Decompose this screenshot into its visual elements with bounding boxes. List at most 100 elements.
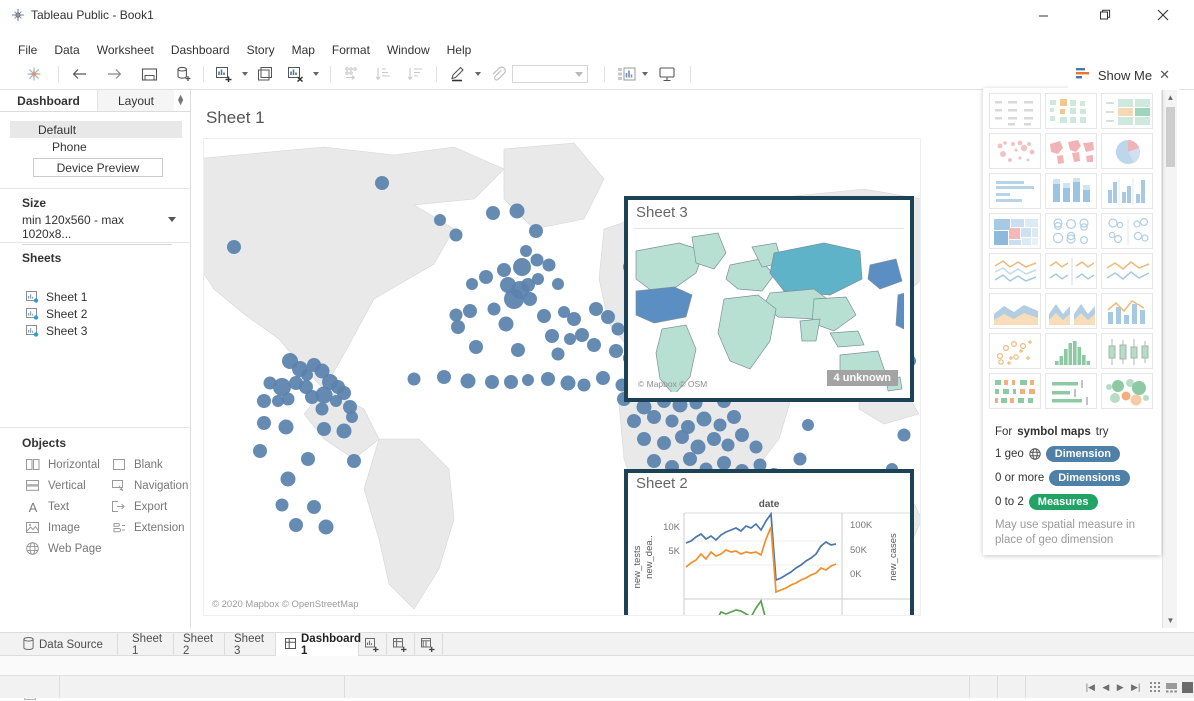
- tab-data-source[interactable]: Data Source: [14, 633, 118, 657]
- duplicate-sheet-icon[interactable]: [254, 62, 278, 86]
- close-icon[interactable]: [1140, 0, 1186, 30]
- view-mode-buttons[interactable]: [1150, 676, 1194, 698]
- single-view-icon[interactable]: [1182, 681, 1193, 693]
- new-story-icon[interactable]: [415, 633, 443, 657]
- sheet-list-item-sheet-1[interactable]: Sheet 1: [26, 290, 87, 304]
- sheet-list-item-sheet-3[interactable]: Sheet 3: [26, 324, 87, 338]
- tab-dashboard[interactable]: Dashboard: [0, 90, 97, 111]
- tab-sheet-3[interactable]: Sheet 3: [225, 633, 276, 657]
- bullet-graph-icon[interactable]: [1045, 373, 1097, 409]
- tab-dashboard-1[interactable]: Dashboard 1: [276, 633, 361, 657]
- canvas-vertical-scrollbar[interactable]: ▲ ▼: [1162, 90, 1177, 628]
- object-image[interactable]: Image: [26, 521, 80, 534]
- show-me-tab[interactable]: Show Me ✕: [1067, 60, 1180, 90]
- grid-view-icon[interactable]: [1150, 681, 1161, 693]
- scatter-plot-icon[interactable]: [989, 333, 1041, 369]
- attach-icon[interactable]: [486, 62, 510, 86]
- menu-data[interactable]: Data: [54, 43, 79, 57]
- packed-bubbles-icon[interactable]: [1101, 373, 1153, 409]
- menu-story[interactable]: Story: [247, 43, 275, 57]
- sheet3-filled-map[interactable]: © Mapbox © OSM 4 unknown: [634, 228, 904, 392]
- panel-collapse-icon[interactable]: ▲ ▼: [176, 93, 185, 107]
- show-me-panel[interactable]: For symbol maps try 1 geo Dimension 0 or…: [983, 88, 1161, 555]
- clear-sheet-icon[interactable]: [284, 62, 308, 86]
- cards-dropdown-icon[interactable]: [640, 62, 650, 86]
- side-by-side-bar-icon[interactable]: [1101, 173, 1153, 209]
- tab-sheet-1[interactable]: Sheet 1: [123, 633, 174, 657]
- presentation-mode-icon[interactable]: [654, 62, 680, 86]
- tableau-home-icon[interactable]: [22, 62, 46, 86]
- scroll-up-icon[interactable]: ▲: [1163, 90, 1178, 105]
- sheet2-dual-axis-chart[interactable]: date 10K 5K 100K 50K 0K new_tests new_de…: [628, 495, 910, 615]
- side-by-side-circle-icon[interactable]: [1101, 213, 1153, 249]
- device-phone-label[interactable]: Phone: [52, 140, 87, 154]
- new-dashboard-icon[interactable]: [387, 633, 415, 657]
- object-navigation[interactable]: Navigation: [112, 479, 188, 492]
- filled-map-icon[interactable]: [1045, 133, 1097, 169]
- object-vertical[interactable]: Vertical: [26, 479, 86, 492]
- sheet-list-item-sheet-2[interactable]: Sheet 2: [26, 307, 87, 321]
- filmstrip-view-icon[interactable]: [1166, 682, 1177, 693]
- scrollbar-thumb[interactable]: [1166, 107, 1175, 167]
- next-page-icon[interactable]: ▶: [1117, 682, 1124, 693]
- prev-page-icon[interactable]: ◀: [1102, 682, 1109, 693]
- highlighter-icon[interactable]: [446, 62, 470, 86]
- highlight-icon[interactable]: [340, 62, 364, 86]
- treemap-icon[interactable]: [989, 213, 1041, 249]
- object-web-page[interactable]: Web Page: [26, 542, 102, 555]
- chevron-down-icon[interactable]: [168, 217, 176, 222]
- sheet3-unknown-badge[interactable]: 4 unknown: [826, 370, 898, 386]
- object-blank[interactable]: Blank: [112, 458, 163, 471]
- area-discrete-icon[interactable]: [1045, 293, 1097, 329]
- text-table-icon[interactable]: [989, 93, 1041, 129]
- symbol-map-view[interactable]: © 2020 Mapbox © OpenStreetMap Sheet 3 © …: [203, 138, 921, 616]
- close-icon[interactable]: ✕: [1159, 67, 1170, 83]
- menu-worksheet[interactable]: Worksheet: [97, 43, 154, 57]
- tab-layout[interactable]: Layout: [97, 90, 174, 111]
- sheet2-container[interactable]: Sheet 2 date 10K 5K 100K 50K 0K new_test…: [624, 469, 914, 615]
- gantt-chart-icon[interactable]: [989, 373, 1041, 409]
- save-icon[interactable]: [137, 62, 161, 86]
- stacked-bar-icon[interactable]: [1045, 173, 1097, 209]
- menu-window[interactable]: Window: [387, 43, 430, 57]
- menu-dashboard[interactable]: Dashboard: [171, 43, 230, 57]
- menu-file[interactable]: File: [18, 43, 37, 57]
- pie-chart-icon[interactable]: [1101, 133, 1153, 169]
- show-hide-cards-icon[interactable]: [614, 62, 640, 86]
- dual-line-icon[interactable]: [1101, 253, 1153, 289]
- device-preview-button[interactable]: Device Preview: [33, 158, 163, 177]
- new-worksheet-icon[interactable]: [359, 633, 387, 657]
- object-text[interactable]: A Text: [26, 500, 69, 513]
- highlighter-dropdown-icon[interactable]: [473, 62, 483, 86]
- tab-sheet-2[interactable]: Sheet 2: [174, 633, 225, 657]
- box-plot-icon[interactable]: [1101, 333, 1153, 369]
- area-continuous-icon[interactable]: [989, 293, 1041, 329]
- last-page-icon[interactable]: ▶|: [1131, 682, 1140, 693]
- first-page-icon[interactable]: |◀: [1086, 682, 1095, 693]
- menu-format[interactable]: Format: [332, 43, 370, 57]
- line-continuous-icon[interactable]: [989, 253, 1041, 289]
- sort-desc-icon[interactable]: [404, 62, 428, 86]
- size-value[interactable]: min 120x560 - max 1020x8...: [22, 213, 172, 245]
- menu-map[interactable]: Map: [292, 43, 315, 57]
- minimize-icon[interactable]: [1020, 0, 1066, 30]
- scroll-down-icon[interactable]: ▼: [1163, 613, 1178, 628]
- object-export[interactable]: Export: [112, 500, 167, 513]
- forward-arrow-icon[interactable]: [102, 62, 126, 86]
- page-navigation[interactable]: |◀ ◀ ▶ ▶|: [1082, 676, 1144, 698]
- object-horizontal[interactable]: Horizontal: [26, 458, 100, 471]
- device-default-row[interactable]: Default: [10, 121, 182, 138]
- clear-sheet-dropdown-icon[interactable]: [311, 62, 321, 86]
- maximize-icon[interactable]: [1082, 0, 1128, 30]
- menu-help[interactable]: Help: [447, 43, 472, 57]
- histogram-icon[interactable]: [1045, 333, 1097, 369]
- circle-view-icon[interactable]: [1045, 213, 1097, 249]
- dual-combination-icon[interactable]: [1101, 293, 1153, 329]
- fit-selector[interactable]: [512, 65, 588, 83]
- add-data-source-icon[interactable]: [171, 62, 195, 86]
- new-worksheet-dropdown-icon[interactable]: [240, 62, 250, 86]
- line-discrete-icon[interactable]: [1045, 253, 1097, 289]
- symbol-map-icon[interactable]: [989, 133, 1041, 169]
- sort-asc-icon[interactable]: [372, 62, 396, 86]
- new-worksheet-icon[interactable]: [212, 62, 236, 86]
